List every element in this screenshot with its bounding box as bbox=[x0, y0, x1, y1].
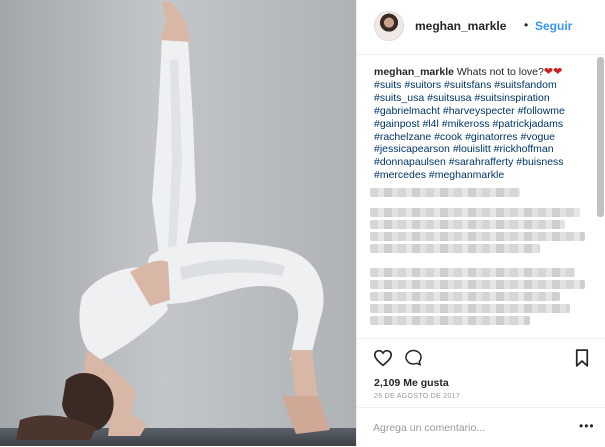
comment-input[interactable] bbox=[371, 418, 575, 438]
post-header: meghan_markle • Seguir bbox=[357, 0, 605, 55]
hashtag-link[interactable]: #followme bbox=[518, 105, 565, 117]
hashtag-link[interactable]: #sarahrafferty bbox=[449, 156, 514, 168]
hashtag-link[interactable]: #patrickjadams bbox=[493, 118, 564, 130]
hashtag-link[interactable]: #mercedes bbox=[374, 169, 426, 181]
caption-hearts: ❤❤ bbox=[543, 66, 563, 78]
hashtag-list: #suits #suitors #suitsfans #suitsfandom … bbox=[374, 79, 565, 181]
hashtag-link[interactable]: #suitors bbox=[404, 79, 441, 91]
post-caption: meghan_markle Whats not to love?❤❤ #suit… bbox=[374, 66, 589, 182]
yoga-pose-illustration bbox=[0, 0, 356, 446]
more-options-icon[interactable]: ••• bbox=[579, 419, 595, 433]
follow-button[interactable]: Seguir bbox=[535, 19, 572, 33]
caption-text: Whats not to love? bbox=[456, 66, 544, 78]
hashtag-link[interactable]: #vogue bbox=[521, 131, 555, 143]
comment-icon[interactable] bbox=[404, 349, 423, 367]
post-photo[interactable] bbox=[0, 0, 356, 446]
post-actions: 2,109 Me gusta 26 DE AGOSTO DE 2017 ••• bbox=[357, 338, 605, 446]
hashtag-link[interactable]: #ginatorres bbox=[465, 131, 518, 143]
hashtag-link[interactable]: #suitsfandom bbox=[494, 79, 556, 91]
avatar[interactable] bbox=[374, 11, 404, 41]
hashtag-link[interactable]: #suits bbox=[374, 79, 401, 91]
hashtag-link[interactable]: #gainpost bbox=[374, 118, 420, 130]
hashtag-link[interactable]: #mikeross bbox=[442, 118, 490, 130]
hashtag-link[interactable]: #meghanmarkle bbox=[429, 169, 504, 181]
like-count[interactable]: 2,109 Me gusta bbox=[374, 377, 449, 389]
hashtag-link[interactable]: #rickhoffman bbox=[494, 143, 554, 155]
hashtag-link[interactable]: #l4l bbox=[422, 118, 438, 130]
hashtag-link[interactable]: #louislitt bbox=[453, 143, 491, 155]
hashtag-link[interactable]: #harveyspecter bbox=[443, 105, 515, 117]
hashtag-link[interactable]: #rachelzane bbox=[374, 131, 431, 143]
hashtag-link[interactable]: #suitsusa bbox=[427, 92, 471, 104]
heart-icon[interactable] bbox=[373, 349, 393, 367]
header-username[interactable]: meghan_markle bbox=[415, 19, 506, 33]
hashtag-link[interactable]: #suits_usa bbox=[374, 92, 424, 104]
post-side-panel: meghan_markle • Seguir meghan_markle Wha… bbox=[356, 0, 605, 446]
hashtag-link[interactable]: #buisness bbox=[516, 156, 563, 168]
hashtag-link[interactable]: #jessicapearson bbox=[374, 143, 450, 155]
comment-bar: ••• bbox=[357, 407, 605, 447]
blurred-comments bbox=[370, 186, 596, 338]
hashtag-link[interactable]: #cook bbox=[434, 131, 462, 143]
scrollbar[interactable] bbox=[597, 57, 604, 217]
hashtag-link[interactable]: #gabrielmacht bbox=[374, 105, 440, 117]
hashtag-link[interactable]: #suitsinspiration bbox=[474, 92, 549, 104]
hashtag-link[interactable]: #donnapaulsen bbox=[374, 156, 446, 168]
post-date: 26 DE AGOSTO DE 2017 bbox=[374, 393, 461, 400]
header-separator: • bbox=[524, 18, 529, 32]
hashtag-link[interactable]: #suitsfans bbox=[444, 79, 491, 91]
bookmark-icon[interactable] bbox=[575, 349, 589, 367]
caption-username[interactable]: meghan_markle bbox=[374, 66, 454, 78]
